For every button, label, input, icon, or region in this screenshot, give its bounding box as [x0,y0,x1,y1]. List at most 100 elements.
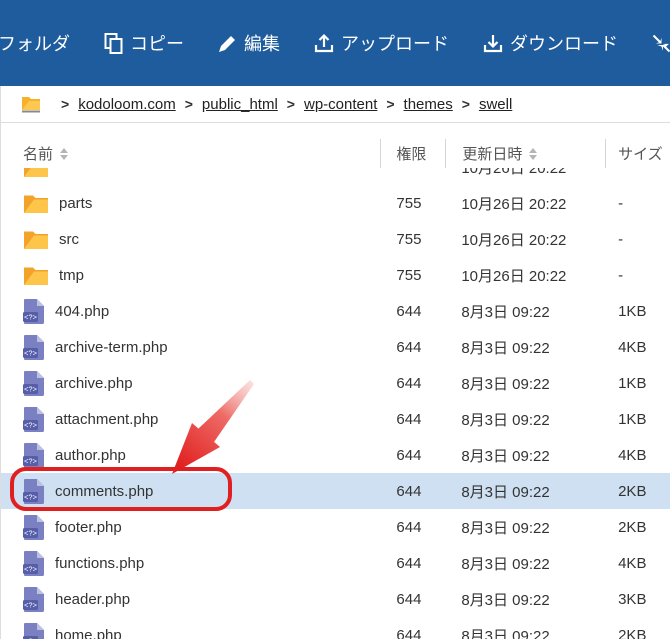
svg-text:<?>: <?> [24,529,38,538]
php-file-icon: <?> [23,550,45,576]
file-size: - [618,230,624,248]
file-permission: 644 [396,626,422,639]
column-header-permissions: 権限 [380,139,445,168]
file-permission: 644 [396,302,422,320]
file-date: 10月26日 20:22 [461,168,567,177]
php-file-icon: <?> [23,586,45,612]
breadcrumb-link-wp-content[interactable]: wp-content [304,96,377,113]
breadcrumb-link-domain[interactable]: kodoloom.com [78,96,176,113]
file-date: 10月26日 20:22 [461,231,567,249]
column-header-name-label: 名前 [23,146,54,163]
file-date: 8月3日 09:22 [461,591,550,609]
svg-text:<?>: <?> [24,349,38,358]
file-size: 3KB [618,590,647,608]
file-row[interactable]: <?> author.php 644 8月3日 09:22 4KB [1,437,670,473]
file-date: 8月3日 09:22 [461,339,550,357]
file-name: src [59,230,79,248]
toolbar-item-folder[interactable]: フォルダ [0,30,70,56]
file-row[interactable]: <?> 10月26日 20:22 [1,168,670,185]
breadcrumb: > kodoloom.com > public_html > wp-conten… [1,86,670,123]
file-name: tmp [59,266,85,284]
file-row[interactable]: <?> header.php 644 8月3日 09:22 3KB [1,581,670,617]
file-name: functions.php [55,554,145,572]
file-row[interactable]: <?> archive.php 644 8月3日 09:22 1KB [1,365,670,401]
file-pane: > kodoloom.com > public_html > wp-conten… [0,86,670,639]
svg-text:<?>: <?> [24,457,38,466]
column-header-size: サイズ [605,139,670,168]
file-permission: 755 [396,194,422,212]
php-file-icon: <?> [23,370,45,396]
php-file-icon: <?> [23,298,45,324]
breadcrumb-separator: > [61,96,70,112]
file-date: 8月3日 09:22 [461,303,550,321]
file-size: 1KB [618,410,647,428]
file-row[interactable]: <?> home.php 644 8月3日 09:22 2KB [1,617,670,639]
toolbar-item-upload[interactable]: アップロード [313,30,449,56]
file-row[interactable]: <?> parts 755 10月26日 20:22 - [1,185,670,221]
breadcrumb-link-swell[interactable]: swell [479,96,512,113]
file-row[interactable]: <?> footer.php 644 8月3日 09:22 2KB [1,509,670,545]
file-name: 404.php [55,302,110,320]
file-name: comments.php [55,482,154,500]
toolbar-label: ダウンロード [510,34,618,54]
breadcrumb-link-public-html[interactable]: public_html [202,96,278,113]
file-row[interactable]: <?> 404.php 644 8月3日 09:22 1KB [1,293,670,329]
file-size: 1KB [618,374,647,392]
file-manager-window: フォルダ コピー 編集 アップロード ダウンロード > kodoloom.com… [0,0,670,639]
file-size: 4KB [618,446,647,464]
svg-text:<?>: <?> [24,313,38,322]
file-size: 2KB [618,518,647,536]
file-size: - [618,266,624,284]
php-file-icon: <?> [23,622,45,639]
file-row[interactable]: <?> src 755 10月26日 20:22 - [1,221,670,257]
file-row[interactable]: <?> functions.php 644 8月3日 09:22 4KB [1,545,670,581]
file-name: home.php [55,626,122,639]
file-permission: 644 [396,518,422,536]
toolbar-label: アップロード [341,34,449,54]
file-row[interactable]: <?> attachment.php 644 8月3日 09:22 1KB [1,401,670,437]
column-header-date-label: 更新日時 [462,146,523,163]
file-date: 8月3日 09:22 [461,411,550,429]
file-permission: 644 [396,554,422,572]
file-name: archive-term.php [55,338,168,356]
toolbar-item-compress[interactable]: 圧縮 [651,30,670,56]
toolbar-item-copy[interactable]: コピー [103,30,184,56]
svg-text:<?>: <?> [24,493,38,502]
file-date: 8月3日 09:22 [461,375,550,393]
breadcrumb-separator: > [386,96,395,112]
file-date: 8月3日 09:22 [461,447,550,465]
compress-icon [651,33,670,54]
column-header-name[interactable]: 名前 [1,139,380,168]
file-permission: 755 [396,230,422,248]
toolbar-label: コピー [130,34,184,54]
file-size: 4KB [618,338,647,356]
file-permission: 755 [396,266,422,284]
file-row[interactable]: <?> archive-term.php 644 8月3日 09:22 4KB [1,329,670,365]
toolbar-item-edit[interactable]: 編集 [217,30,280,56]
file-name: archive.php [55,374,133,392]
breadcrumb-link-themes[interactable]: themes [404,96,453,113]
svg-text:<?>: <?> [24,601,38,610]
download-icon [482,32,504,54]
php-file-icon: <?> [23,406,45,432]
column-header-modified[interactable]: 更新日時 [445,139,605,168]
breadcrumb-separator: > [286,96,295,112]
svg-text:<?>: <?> [24,421,38,430]
edit-icon [217,33,238,54]
breadcrumb-separator: > [184,96,193,112]
file-date: 8月3日 09:22 [461,519,550,537]
file-list: <?> 10月26日 20:22 <?> [1,168,670,639]
php-file-icon: <?> [23,442,45,468]
file-date: 10月26日 20:22 [461,267,567,285]
column-header-perm-label: 権限 [396,146,427,163]
toolbar-item-download[interactable]: ダウンロード [482,30,618,56]
copy-icon [103,32,124,55]
folder-icon [23,168,49,178]
svg-text:<?>: <?> [24,385,38,394]
file-permission: 644 [396,482,422,500]
file-row[interactable]: <?> tmp 755 10月26日 20:22 - [1,257,670,293]
folder-icon [23,265,49,286]
file-row[interactable]: <?> comments.php 644 8月3日 09:22 2KB [1,473,670,509]
breadcrumb-folder-icon[interactable] [21,95,42,113]
file-name: attachment.php [55,410,159,428]
